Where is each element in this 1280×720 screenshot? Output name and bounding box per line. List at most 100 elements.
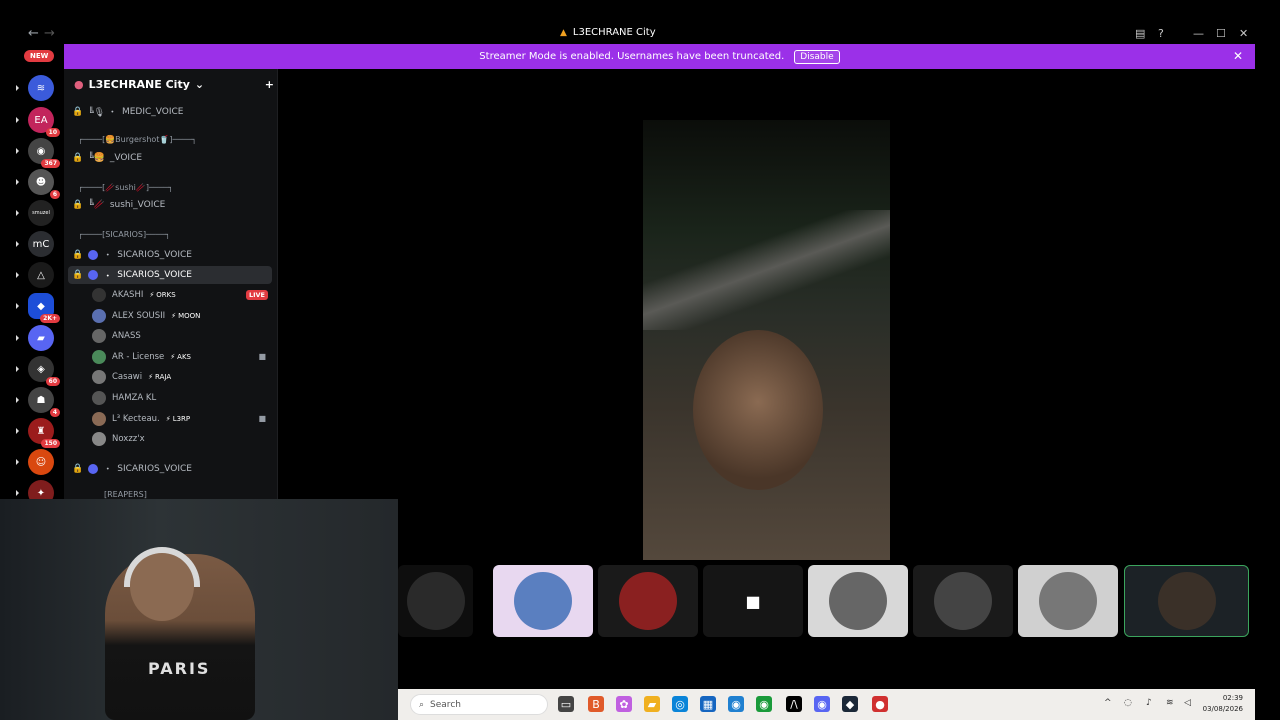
- mention-badge: 10: [45, 128, 60, 137]
- voice-user[interactable]: Noxzz'x: [92, 432, 272, 447]
- tag-icon: ⚡: [148, 373, 154, 382]
- camera-icon: ■: [258, 352, 266, 362]
- category-name: ┌────[🥢sushi🥢]────┐: [78, 183, 174, 192]
- focused-video-stream[interactable]: [643, 120, 890, 560]
- outlook-icon[interactable]: ◉: [728, 696, 744, 712]
- username: ANASS: [112, 331, 141, 342]
- terminal-icon[interactable]: /\: [786, 696, 802, 712]
- disable-streamer-mode-button[interactable]: Disable: [794, 49, 840, 64]
- close-window-button[interactable]: ✕: [1239, 27, 1248, 40]
- steam-icon[interactable]: ◆: [842, 696, 858, 712]
- forward-arrow-icon[interactable]: →: [44, 26, 55, 41]
- participant-avatar: [1039, 572, 1097, 630]
- server-icon[interactable]: ♜ 150: [28, 418, 60, 448]
- help-icon[interactable]: ?: [1158, 27, 1164, 40]
- server-icon[interactable]: ☗ 4: [28, 387, 60, 417]
- chrome-icon[interactable]: ◉: [756, 696, 772, 712]
- server-icon[interactable]: ◈ 60: [28, 356, 60, 386]
- network-icon[interactable]: ◌: [1124, 698, 1132, 708]
- server-icon[interactable]: ≋: [28, 75, 54, 101]
- channel-medic-voice[interactable]: 🔒 ╚🎙 ・ MEDIC_VOICE: [72, 105, 272, 119]
- chevron-up-icon[interactable]: ^: [1104, 698, 1112, 708]
- lock-icon: 🔒: [72, 106, 84, 117]
- mention-badge: 150: [41, 439, 60, 448]
- server-header[interactable]: ● L3ECHRANE City ⌄ +: [74, 78, 274, 91]
- copilot-icon[interactable]: ✿: [616, 696, 632, 712]
- unread-pip: [16, 179, 19, 185]
- category-sushi[interactable]: ┌────[🥢sushi🥢]────┐: [78, 183, 278, 192]
- new-badge: NEW: [24, 50, 55, 62]
- store-icon[interactable]: ▦: [700, 696, 716, 712]
- server-icon[interactable]: ◆ 2K+: [28, 293, 60, 323]
- minimize-button[interactable]: —: [1193, 27, 1204, 40]
- channel-sidebar: ● L3ECHRANE City ⌄ + 🔒 ╚🎙 ・ MEDIC_VOICE …: [64, 69, 278, 499]
- category-reapers[interactable]: [REAPERS]: [104, 490, 304, 499]
- server-icon[interactable]: ☻ 6: [28, 169, 60, 199]
- banner-text: Streamer Mode is enabled. Usernames have…: [479, 51, 785, 62]
- channel-sicarios-voice-1[interactable]: 🔒 ・ SICARIOS_VOICE: [72, 248, 272, 261]
- server-icon[interactable]: smuzel: [28, 200, 54, 226]
- participant-tile[interactable]: [808, 565, 908, 637]
- volume-icon[interactable]: ◁: [1184, 698, 1191, 708]
- server-label: ≋: [36, 82, 46, 94]
- window-titlebar: ← → ▲ L3ECHRANE City ▤ ? — ☐ ✕: [0, 0, 1280, 44]
- server-icon: ▲: [560, 27, 567, 38]
- channel-prefix: ・: [103, 465, 113, 475]
- voice-user[interactable]: AKASHI ⚡ ORKS LIVE: [92, 288, 272, 302]
- inbox-icon[interactable]: ▤: [1135, 27, 1145, 40]
- participant-tile[interactable]: [913, 565, 1013, 637]
- server-icon[interactable]: ▰: [28, 325, 54, 351]
- participant-tile[interactable]: [493, 565, 593, 637]
- discord-icon[interactable]: ◉: [814, 696, 830, 712]
- channel-sicarios-voice-3[interactable]: 🔒 ・ SICARIOS_VOICE: [72, 462, 272, 475]
- channel-sushi-voice[interactable]: 🔒 ╚🥢 sushi_VOICE: [72, 200, 272, 210]
- voice-user[interactable]: ALEX SOUSII ⚡ MOON: [92, 308, 272, 323]
- user-tag: ⚡ ORKS: [149, 291, 175, 299]
- category-burgershot[interactable]: ┌────[🍔Burgershot🥤]────┐: [78, 135, 278, 144]
- close-banner-icon[interactable]: ✕: [1233, 49, 1243, 63]
- taskbar-clock[interactable]: 02:39 03/08/2026: [1203, 693, 1243, 715]
- server-icon[interactable]: ◉ 367: [28, 138, 60, 168]
- participant-tile[interactable]: [398, 565, 473, 637]
- wifi-icon[interactable]: ≋: [1166, 698, 1174, 708]
- voice-user[interactable]: ANASS: [92, 329, 272, 344]
- avatar: [92, 308, 106, 323]
- voice-user[interactable]: L³ Kecteau. ⚡ L3RP ■: [92, 411, 272, 426]
- add-member-icon[interactable]: +: [265, 78, 274, 91]
- channel-prefix: ・: [103, 271, 113, 282]
- file-icon[interactable]: ▭: [558, 696, 574, 712]
- category-sicarios[interactable]: ┌────[SICARIOS]────┐: [78, 230, 278, 239]
- channel-burgershot-voice[interactable]: 🔒 ╚🍔 _VOICE: [72, 153, 272, 163]
- server-icon[interactable]: mC: [28, 231, 54, 257]
- edge-icon[interactable]: ◎: [672, 696, 688, 712]
- channel-sicarios-voice-active[interactable]: 🔒 ・ SICARIOS_VOICE: [68, 266, 272, 284]
- folder-icon[interactable]: ▰: [644, 696, 660, 712]
- app-icon[interactable]: ●: [872, 696, 888, 712]
- tag-icon: ⚡: [171, 311, 177, 320]
- microphone-icon[interactable]: ♪: [1146, 698, 1152, 708]
- server-icon[interactable]: ☺: [28, 449, 54, 475]
- windows-taskbar: ⌕ Search ▭ B ✿ ▰ ◎ ▦ ◉ ◉ /\ ◉ ◆ ● ^ ◌ ♪ ≋ ◁ 02:39 0…: [398, 689, 1255, 720]
- unread-pip: [16, 117, 19, 123]
- voice-user[interactable]: HAMZA KL: [92, 391, 272, 405]
- lock-icon: 🔒: [72, 200, 84, 210]
- channel-prefix: ╚🥢: [88, 200, 105, 210]
- voice-user[interactable]: AR - License ⚡ AKS ■: [92, 349, 272, 364]
- voice-user[interactable]: Casawi ⚡ RAJA: [92, 370, 272, 385]
- server-label: ☺: [35, 456, 47, 468]
- taskbar-search[interactable]: ⌕ Search: [410, 694, 548, 715]
- server-label: ◆: [37, 300, 45, 312]
- mention-badge: 4: [49, 408, 60, 417]
- back-arrow-icon[interactable]: ←: [28, 26, 39, 41]
- participant-tile[interactable]: [1018, 565, 1118, 637]
- participant-tile[interactable]: [1124, 565, 1249, 637]
- server-icon[interactable]: △: [28, 262, 54, 288]
- participant-tile[interactable]: ■: [703, 565, 803, 637]
- maximize-button[interactable]: ☐: [1216, 27, 1226, 40]
- brave-icon[interactable]: B: [588, 696, 604, 712]
- username: Casawi: [112, 372, 143, 383]
- participant-tile[interactable]: [598, 565, 698, 637]
- server-icon[interactable]: EA 10: [28, 107, 60, 137]
- unread-pip: [16, 148, 19, 154]
- unread-pip: [16, 428, 19, 434]
